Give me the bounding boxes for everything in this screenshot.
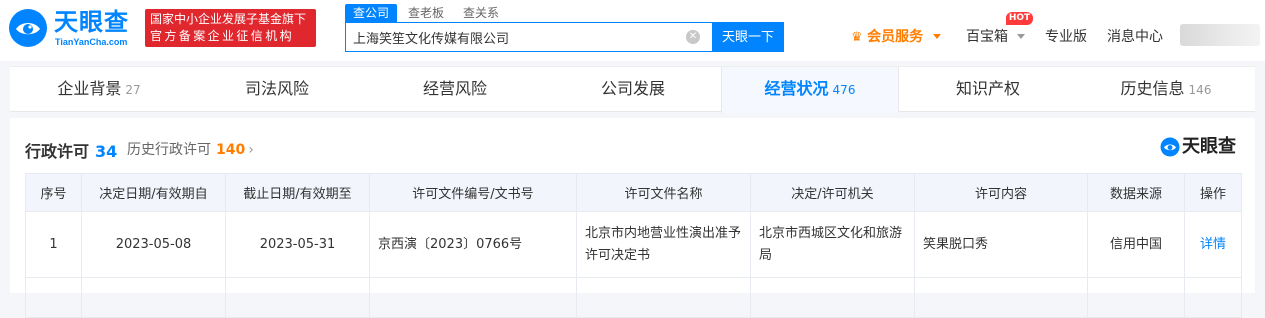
tab-operational-risk[interactable]: 经营风险 <box>366 67 544 113</box>
toolbox-menu[interactable]: 百宝箱 <box>966 27 1026 47</box>
logo-eye-icon <box>9 9 47 47</box>
chevron-down-icon <box>932 34 941 39</box>
tab-judicial-risk[interactable]: 司法风险 <box>188 67 366 113</box>
tab-company-background[interactable]: 企业背景 27 <box>10 67 188 113</box>
tab-count: 146 <box>1188 83 1212 97</box>
top-header: 天眼查 TianYanCha.com 国家中小企业发展子基金旗下 官方备案企业征… <box>0 0 1265 61</box>
col-header-end-date: 截止日期/有效期至 <box>225 173 370 212</box>
section-count: 34 <box>95 142 118 161</box>
cell-doc-name: 北京市内地营业性演出准予许可决定书 <box>576 211 751 278</box>
watermark-text: 天眼查 <box>1182 136 1236 157</box>
hot-badge: HOT <box>1006 12 1033 25</box>
cell-end-date: 2023-05-31 <box>225 211 370 278</box>
tab-search-relation[interactable]: 查关系 <box>463 4 499 22</box>
tab-label: 经营状况 <box>764 79 829 98</box>
cell-authority: 北京市西城区文化和旅游局 <box>750 211 915 278</box>
tab-label: 历史信息 <box>1120 79 1185 98</box>
chevron-down-icon <box>1017 34 1026 39</box>
history-license-label: 历史行政许可 <box>127 142 211 158</box>
cell-empty <box>225 277 370 318</box>
cell-source: 信用中国 <box>1087 211 1185 278</box>
col-header-source: 数据来源 <box>1087 173 1185 212</box>
badge-line-2: 官方备案企业征信机构 <box>150 29 295 43</box>
tab-label: 司法风险 <box>244 79 309 98</box>
company-tab-bar: 企业背景 27 司法风险 经营风险 公司发展 经营状况 476 知识产权 历史信息 1… <box>10 66 1255 113</box>
col-header-index: 序号 <box>25 173 82 212</box>
tab-label: 知识产权 <box>955 79 1020 98</box>
detail-link[interactable]: 详情 <box>1184 211 1242 278</box>
tab-search-boss[interactable]: 查老板 <box>408 4 444 22</box>
cell-empty <box>1087 277 1185 318</box>
tab-count: 27 <box>125 83 141 97</box>
table-row <box>25 277 1242 318</box>
table-header-row: 序号 决定日期/有效期自 截止日期/有效期至 许可文件编号/文书号 许可文件名称… <box>25 173 1242 212</box>
site-logo[interactable]: 天眼查 TianYanCha.com <box>8 6 138 50</box>
tab-label: 经营风险 <box>422 79 487 98</box>
search-input[interactable] <box>346 23 686 51</box>
col-header-start-date: 决定日期/有效期自 <box>81 173 226 212</box>
toolbox-label: 百宝箱 <box>966 29 1008 45</box>
section-title: 行政许可 34 <box>25 138 117 162</box>
cell-empty <box>914 277 1088 318</box>
tab-label: 公司发展 <box>600 79 665 98</box>
crown-icon: ♛ <box>851 30 863 45</box>
pro-version-link[interactable]: 专业版 <box>1045 27 1087 47</box>
history-license-link[interactable]: 历史行政许可 140 › <box>127 139 254 159</box>
user-avatar[interactable] <box>1180 24 1260 46</box>
tab-count: 476 <box>832 83 856 97</box>
tab-search-company[interactable]: 查公司 <box>345 4 398 22</box>
cell-empty <box>750 277 915 318</box>
section-title-label: 行政许可 <box>25 142 90 161</box>
admin-license-panel: 行政许可 34 历史行政许可 140 › 天眼查 序号 决定日期/有效期自 截止日期/… <box>10 118 1255 318</box>
history-license-count: 140 <box>216 142 246 158</box>
cell-empty <box>369 277 577 318</box>
cell-empty <box>1184 277 1242 318</box>
logo-eye-icon <box>1160 137 1180 157</box>
logo-domain: TianYanCha.com <box>55 37 128 47</box>
cell-doc-number: 京西演〔2023〕0766号 <box>369 211 577 278</box>
vip-service-menu[interactable]: ♛ 会员服务 <box>851 27 941 47</box>
cell-empty <box>81 277 226 318</box>
cell-start-date: 2023-05-08 <box>81 211 226 278</box>
col-header-authority: 决定/许可机关 <box>750 173 915 212</box>
search-button[interactable]: 天眼一下 <box>712 22 784 52</box>
col-header-action: 操作 <box>1184 173 1242 212</box>
cell-content: 笑果脱口秀 <box>914 211 1088 278</box>
search-box: ✕ <box>345 22 713 52</box>
official-badge[interactable]: 国家中小企业发展子基金旗下 官方备案企业征信机构 <box>145 9 316 47</box>
message-center-link[interactable]: 消息中心 <box>1107 27 1163 47</box>
cell-empty <box>25 277 82 318</box>
logo-text: 天眼查 <box>54 8 129 36</box>
col-header-doc-name: 许可文件名称 <box>576 173 751 212</box>
tab-intellectual-property[interactable]: 知识产权 <box>899 67 1077 113</box>
tab-history-info[interactable]: 历史信息 146 <box>1077 67 1255 113</box>
col-header-content: 许可内容 <box>914 173 1088 212</box>
clear-icon[interactable]: ✕ <box>686 30 700 44</box>
cell-index: 1 <box>25 211 82 278</box>
tab-label: 企业背景 <box>57 79 122 98</box>
table-row: 1 2023-05-08 2023-05-31 京西演〔2023〕0766号 北… <box>25 211 1242 278</box>
badge-line-1: 国家中小企业发展子基金旗下 <box>150 12 307 26</box>
col-header-doc-number: 许可文件编号/文书号 <box>369 173 577 212</box>
vip-service-label: 会员服务 <box>867 29 924 45</box>
chevron-right-icon: › <box>248 142 254 158</box>
license-table: 序号 决定日期/有效期自 截止日期/有效期至 许可文件编号/文书号 许可文件名称… <box>25 173 1242 318</box>
tab-business-status[interactable]: 经营状况 476 <box>721 67 899 113</box>
cell-empty <box>576 277 751 318</box>
tab-company-development[interactable]: 公司发展 <box>544 67 722 113</box>
